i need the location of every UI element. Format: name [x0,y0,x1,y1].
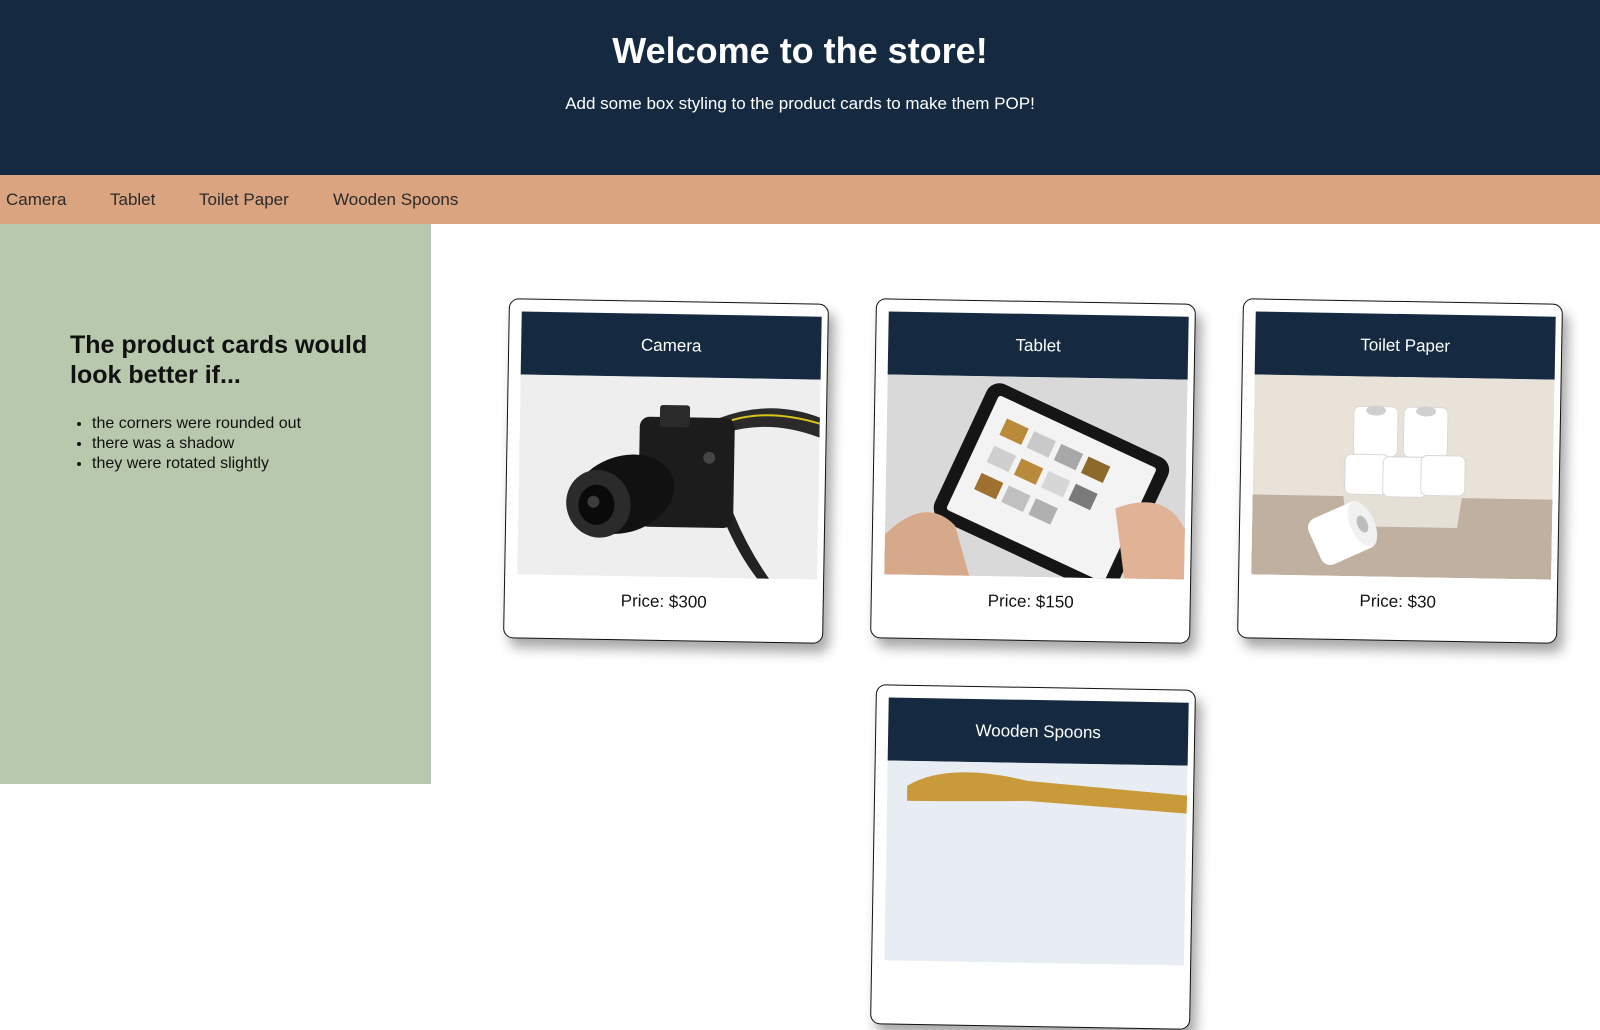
card-title: Wooden Spoons [887,697,1189,766]
nav-item-toilet-paper[interactable]: Toilet Paper [199,190,289,210]
card-title: Toilet Paper [1254,311,1556,380]
product-grid: Camera Price: $300 Tablet Price: $150 To… [431,224,1600,1030]
product-card-wooden-spoons[interactable]: Wooden Spoons [870,684,1196,1030]
card-title: Tablet [887,311,1189,380]
wooden-spoons-photo [884,760,1188,966]
card-price: Price: $30 [1359,591,1437,612]
page-header: Welcome to the store! Add some box styli… [0,0,1600,175]
sidebar-heading: The product cards would look better if..… [70,331,368,389]
camera-photo [517,374,821,580]
card-price: Price: $150 [987,591,1074,612]
card-price: Price: $300 [620,591,707,612]
tablet-photo [884,374,1188,580]
top-nav: Camera Tablet Toilet Paper Wooden Spoons [0,175,1600,224]
nav-item-wooden-spoons[interactable]: Wooden Spoons [333,190,458,210]
page-title: Welcome to the store! [612,30,988,71]
product-card-toilet-paper[interactable]: Toilet Paper Price: $30 [1237,298,1563,644]
toilet-paper-photo [1251,374,1555,580]
nav-item-camera[interactable]: Camera [6,190,66,210]
card-title: Camera [520,311,822,380]
tip-item: they were rotated slightly [92,454,301,474]
tip-item: there was a shadow [92,434,301,454]
nav-item-tablet[interactable]: Tablet [110,190,155,210]
sidebar: The product cards would look better if..… [0,224,431,784]
tip-item: the corners were rounded out [92,414,301,434]
card-price [872,975,1190,981]
product-card-tablet[interactable]: Tablet Price: $150 [870,298,1196,644]
tips-list: the corners were rounded out there was a… [70,414,301,474]
product-card-camera[interactable]: Camera Price: $300 [503,298,829,644]
page-subtitle: Add some box styling to the product card… [565,94,1035,113]
